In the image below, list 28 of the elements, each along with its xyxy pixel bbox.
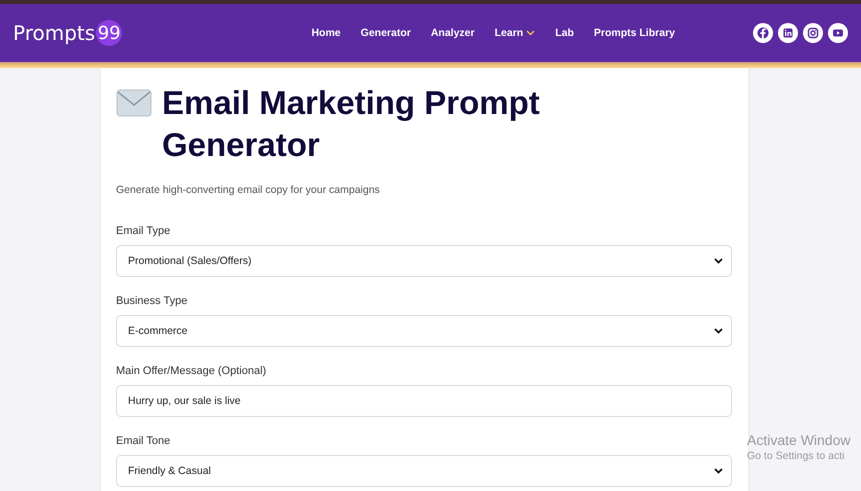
- nav-link[interactable]: Generator: [350, 27, 421, 39]
- facebook-icon[interactable]: [753, 23, 773, 43]
- nav-link[interactable]: Home: [301, 27, 351, 39]
- instagram-icon[interactable]: [803, 23, 823, 43]
- nav-link[interactable]: Prompts Library: [584, 27, 685, 39]
- chevron-down-icon: [714, 468, 723, 474]
- field-label: Main Offer/Message (Optional): [116, 365, 268, 377]
- youtube-icon[interactable]: [828, 23, 848, 43]
- dropdown-select[interactable]: Promotional (Sales/Offers): [116, 245, 732, 277]
- logo-badge[interactable]: 99: [96, 20, 122, 46]
- field-label: Email Tone: [116, 435, 172, 447]
- logo-text[interactable]: Prompts: [13, 21, 96, 45]
- field-label: Email Type: [116, 225, 172, 237]
- nav-link[interactable]: Lab: [545, 27, 584, 39]
- input-field[interactable]: Hurry up, our sale is live: [116, 385, 732, 417]
- linkedin-icon[interactable]: [778, 23, 798, 43]
- field-label: Business Type: [116, 295, 188, 307]
- chevron-down-icon: [714, 328, 723, 334]
- activation-text: Go to Settings to acti: [747, 450, 846, 462]
- nav-dropdown[interactable]: Learn: [484, 27, 546, 39]
- page-subtitle: Generate high-converting email copy for your campaigns: [116, 184, 381, 196]
- dropdown-select[interactable]: Friendly & Casual: [116, 455, 732, 487]
- nav-link[interactable]: Analyzer: [420, 27, 485, 39]
- page-title: Email Marketing Prompt Generator: [162, 83, 541, 165]
- chevron-down-icon: [714, 258, 723, 264]
- envelope-icon: [116, 89, 152, 117]
- dropdown-select[interactable]: E-commerce: [116, 315, 732, 347]
- activation-title: Activate Window: [747, 432, 850, 448]
